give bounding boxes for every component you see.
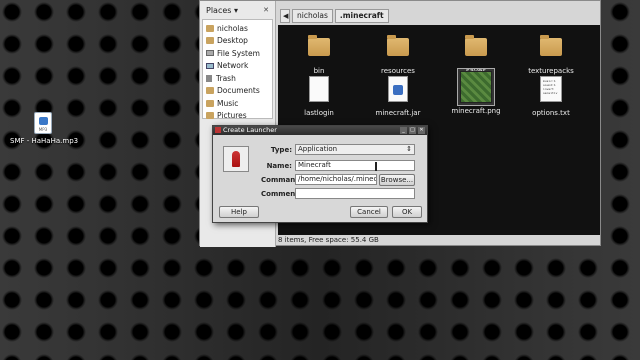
file-label: minecraft.png bbox=[451, 107, 501, 115]
file-item-resources[interactable]: resources bbox=[363, 29, 433, 75]
sidebar-item-documents[interactable]: Documents bbox=[203, 85, 272, 98]
document-icon bbox=[309, 76, 329, 102]
launcher-titlebar-icon bbox=[215, 127, 221, 133]
image-thumbnail-icon bbox=[460, 71, 492, 103]
type-row: Type: Application ⇕ bbox=[261, 144, 415, 155]
file-item-minecraft-jar[interactable]: minecraft.jar bbox=[363, 71, 433, 117]
drive-icon bbox=[206, 50, 214, 57]
folder-icon bbox=[206, 112, 214, 120]
folder-icon bbox=[206, 87, 214, 95]
name-row: Name: Minecraft bbox=[261, 160, 415, 171]
sidebar-item-pictures[interactable]: Pictures bbox=[203, 110, 272, 123]
command-input[interactable]: /home/nicholas/.minec bbox=[295, 174, 377, 185]
file-item-texturepacks[interactable]: texturepacks bbox=[516, 29, 586, 75]
folder-icon bbox=[308, 35, 330, 56]
path-crumb-nicholas[interactable]: nicholas bbox=[292, 9, 333, 23]
places-list: nicholas Desktop File System Network Tra… bbox=[202, 19, 273, 120]
path-crumb-minecraft[interactable]: .minecraft bbox=[334, 9, 389, 23]
folder-icon bbox=[540, 35, 562, 56]
type-label: Type: bbox=[270, 145, 292, 154]
comment-row: Comment: bbox=[261, 188, 415, 199]
desktop-file-mp3[interactable]: MP3 SMF - HaHaHa.mp3 bbox=[10, 112, 79, 145]
network-icon bbox=[206, 62, 214, 69]
name-input[interactable]: Minecraft bbox=[295, 160, 415, 171]
status-bar: 8 items, Free space: 55.4 GB bbox=[278, 236, 379, 244]
comment-label: Comment: bbox=[261, 189, 302, 198]
file-label: options.txt bbox=[532, 109, 570, 117]
type-select[interactable]: Application ⇕ bbox=[295, 144, 415, 155]
java-archive-icon bbox=[388, 76, 408, 102]
command-row: Command: /home/nicholas/.minec Browse... bbox=[261, 173, 415, 186]
minimize-icon[interactable]: _ bbox=[400, 127, 407, 134]
file-item-minecraft-png[interactable]: minecraft.png bbox=[441, 68, 511, 115]
help-button[interactable]: Help bbox=[219, 206, 259, 218]
sidebar-item-nicholas[interactable]: nicholas bbox=[203, 22, 272, 35]
file-label: minecraft.jar bbox=[375, 109, 421, 117]
select-arrows-icon: ⇕ bbox=[406, 145, 412, 153]
rocket-icon bbox=[232, 151, 240, 167]
browse-button[interactable]: Browse... bbox=[379, 173, 415, 186]
chevron-down-icon: ▾ bbox=[233, 5, 238, 15]
cancel-button[interactable]: Cancel bbox=[350, 206, 388, 218]
folder-icon bbox=[387, 35, 409, 56]
sidebar-item-trash[interactable]: Trash bbox=[203, 72, 272, 85]
create-launcher-dialog: Create Launcher _ □ ✕ Type: Application … bbox=[212, 125, 428, 223]
dialog-title: Create Launcher bbox=[223, 126, 277, 134]
places-header: Places ▾ ✕ bbox=[200, 1, 275, 19]
folder-icon bbox=[206, 99, 214, 107]
file-item-lastlogin[interactable]: lastlogin bbox=[284, 71, 354, 117]
sidebar-item-desktop[interactable]: Desktop bbox=[203, 35, 272, 48]
trash-icon bbox=[206, 74, 212, 82]
sidebar-item-file-system[interactable]: File System bbox=[203, 47, 272, 60]
folder-icon bbox=[206, 24, 214, 32]
ok-button[interactable]: OK bbox=[392, 206, 422, 218]
path-back-icon[interactable]: ◀ bbox=[280, 9, 290, 23]
name-label: Name: bbox=[266, 161, 292, 170]
comment-input[interactable] bbox=[295, 188, 415, 199]
sidebar-item-music[interactable]: Music bbox=[203, 97, 272, 110]
close-icon[interactable]: ✕ bbox=[418, 127, 425, 134]
path-bar: ◀ nicholas .minecraft bbox=[280, 9, 389, 23]
launcher-icon-button[interactable] bbox=[223, 146, 249, 172]
audio-file-icon: MP3 bbox=[34, 112, 52, 134]
file-item-options-txt[interactable]: music:1 sound:1 invert sensitiv options.… bbox=[516, 71, 586, 117]
text-file-icon: music:1 sound:1 invert sensitiv bbox=[540, 76, 562, 102]
command-label: Command: bbox=[261, 175, 304, 184]
sidebar-item-network[interactable]: Network bbox=[203, 60, 272, 73]
file-item-bin[interactable]: bin bbox=[284, 29, 354, 75]
close-sidebar-icon[interactable]: ✕ bbox=[263, 6, 269, 14]
maximize-icon[interactable]: □ bbox=[409, 127, 416, 134]
dialog-titlebar[interactable]: Create Launcher _ □ ✕ bbox=[213, 126, 427, 135]
folder-icon bbox=[465, 35, 487, 56]
desktop-file-label: SMF - HaHaHa.mp3 bbox=[10, 137, 79, 145]
text-cursor-icon bbox=[375, 162, 377, 171]
folder-icon bbox=[206, 37, 214, 45]
places-title[interactable]: Places ▾ bbox=[206, 6, 238, 15]
file-label: lastlogin bbox=[304, 109, 334, 117]
